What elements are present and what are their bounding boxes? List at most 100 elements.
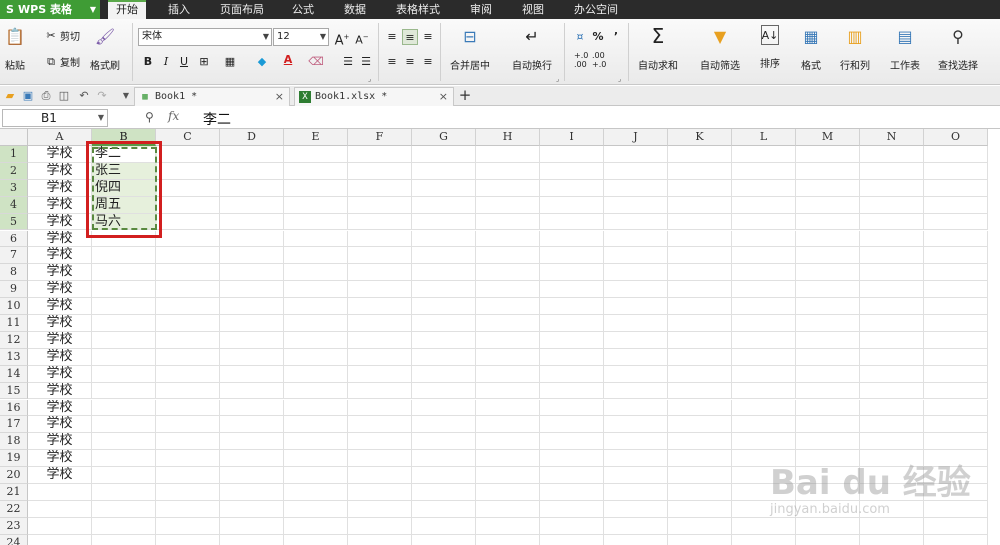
empty-cell[interactable] (476, 467, 540, 484)
empty-cell[interactable] (796, 500, 860, 518)
empty-cell[interactable] (156, 196, 220, 214)
empty-cell[interactable] (92, 534, 156, 545)
empty-cell[interactable] (348, 450, 412, 468)
empty-cell[interactable] (732, 331, 796, 349)
empty-cell[interactable] (540, 365, 604, 383)
empty-cell[interactable] (860, 534, 924, 545)
empty-cell[interactable] (668, 365, 732, 383)
column-header-d[interactable]: D (220, 129, 284, 146)
empty-cell[interactable] (860, 467, 924, 484)
row-header-17[interactable]: 17 (0, 416, 28, 434)
empty-cell[interactable] (540, 517, 604, 535)
empty-cell[interactable] (412, 534, 476, 545)
empty-cell[interactable] (220, 298, 284, 315)
empty-cell[interactable] (92, 484, 156, 501)
empty-cell[interactable] (92, 264, 156, 282)
empty-cell[interactable] (284, 433, 348, 451)
empty-cell[interactable] (668, 331, 732, 349)
empty-cell[interactable] (156, 484, 220, 501)
empty-cell[interactable] (540, 162, 604, 180)
empty-cell[interactable] (476, 196, 540, 214)
empty-cell[interactable] (796, 298, 860, 315)
empty-cell[interactable] (28, 534, 92, 545)
empty-cell[interactable] (540, 484, 604, 501)
empty-cell[interactable] (412, 247, 476, 265)
column-header-n[interactable]: N (860, 129, 924, 146)
empty-cell[interactable] (156, 264, 220, 282)
print-icon[interactable]: ⎙ (39, 89, 53, 103)
empty-cell[interactable] (732, 500, 796, 518)
empty-cell[interactable] (92, 331, 156, 349)
row-header-1[interactable]: 1 (0, 146, 28, 163)
empty-cell[interactable] (796, 146, 860, 163)
empty-cell[interactable] (540, 247, 604, 265)
cell-a5[interactable]: 学校 (28, 213, 92, 231)
empty-cell[interactable] (156, 230, 220, 248)
empty-cell[interactable] (668, 348, 732, 366)
empty-cell[interactable] (476, 433, 540, 451)
empty-cell[interactable] (348, 416, 412, 434)
empty-cell[interactable] (348, 146, 412, 163)
comma-button[interactable]: ’ (608, 29, 624, 45)
empty-cell[interactable] (924, 247, 988, 265)
empty-cell[interactable] (732, 298, 796, 315)
empty-cell[interactable] (284, 331, 348, 349)
empty-cell[interactable] (412, 433, 476, 451)
empty-cell[interactable] (860, 315, 924, 332)
empty-cell[interactable] (348, 467, 412, 484)
empty-cell[interactable] (796, 281, 860, 299)
empty-cell[interactable] (796, 196, 860, 214)
customize-toolbar-icon[interactable]: ▼ (119, 89, 133, 103)
empty-cell[interactable] (220, 196, 284, 214)
column-header-e[interactable]: E (284, 129, 348, 146)
empty-cell[interactable] (924, 298, 988, 315)
empty-cell[interactable] (668, 382, 732, 400)
tab-insert[interactable]: 插入 (160, 0, 198, 19)
empty-cell[interactable] (220, 500, 284, 518)
empty-cell[interactable] (220, 450, 284, 468)
empty-cell[interactable] (156, 365, 220, 383)
empty-cell[interactable] (476, 348, 540, 366)
empty-cell[interactable] (860, 450, 924, 468)
empty-cell[interactable] (860, 500, 924, 518)
empty-cell[interactable] (156, 534, 220, 545)
empty-cell[interactable] (156, 281, 220, 299)
empty-cell[interactable] (284, 365, 348, 383)
zoom-search-icon[interactable]: ⚲ (145, 110, 154, 124)
empty-cell[interactable] (668, 484, 732, 501)
empty-cell[interactable] (924, 331, 988, 349)
empty-cell[interactable] (92, 433, 156, 451)
empty-cell[interactable] (732, 450, 796, 468)
empty-cell[interactable] (604, 467, 668, 484)
empty-cell[interactable] (412, 500, 476, 518)
empty-cell[interactable] (348, 213, 412, 231)
empty-cell[interactable] (92, 517, 156, 535)
cell-a18[interactable]: 学校 (28, 433, 92, 451)
empty-cell[interactable] (668, 315, 732, 332)
empty-cell[interactable] (540, 213, 604, 231)
cell-a1[interactable]: 学校 (28, 146, 92, 163)
row-header-7[interactable]: 7 (0, 247, 28, 265)
empty-cell[interactable] (284, 484, 348, 501)
empty-cell[interactable] (860, 382, 924, 400)
empty-cell[interactable] (604, 315, 668, 332)
empty-cell[interactable] (540, 399, 604, 417)
empty-cell[interactable] (924, 196, 988, 214)
empty-cell[interactable] (668, 467, 732, 484)
empty-cell[interactable] (220, 162, 284, 180)
empty-cell[interactable] (284, 264, 348, 282)
column-header-c[interactable]: C (156, 129, 220, 146)
select-all-corner[interactable] (0, 129, 28, 146)
shrink-font-button[interactable]: A− (354, 29, 370, 47)
empty-cell[interactable] (540, 281, 604, 299)
formula-input[interactable]: 李二 (203, 109, 231, 129)
empty-cell[interactable] (348, 433, 412, 451)
fill-color-icon[interactable]: ◆ (254, 54, 270, 70)
rows-cols-button[interactable]: ▥ 行和列 (840, 25, 870, 73)
empty-cell[interactable] (604, 162, 668, 180)
column-header-o[interactable]: O (924, 129, 988, 146)
empty-cell[interactable] (284, 281, 348, 299)
find-select-button[interactable]: ⚲ 查找选择 (938, 25, 978, 73)
empty-cell[interactable] (924, 534, 988, 545)
empty-cell[interactable] (92, 416, 156, 434)
